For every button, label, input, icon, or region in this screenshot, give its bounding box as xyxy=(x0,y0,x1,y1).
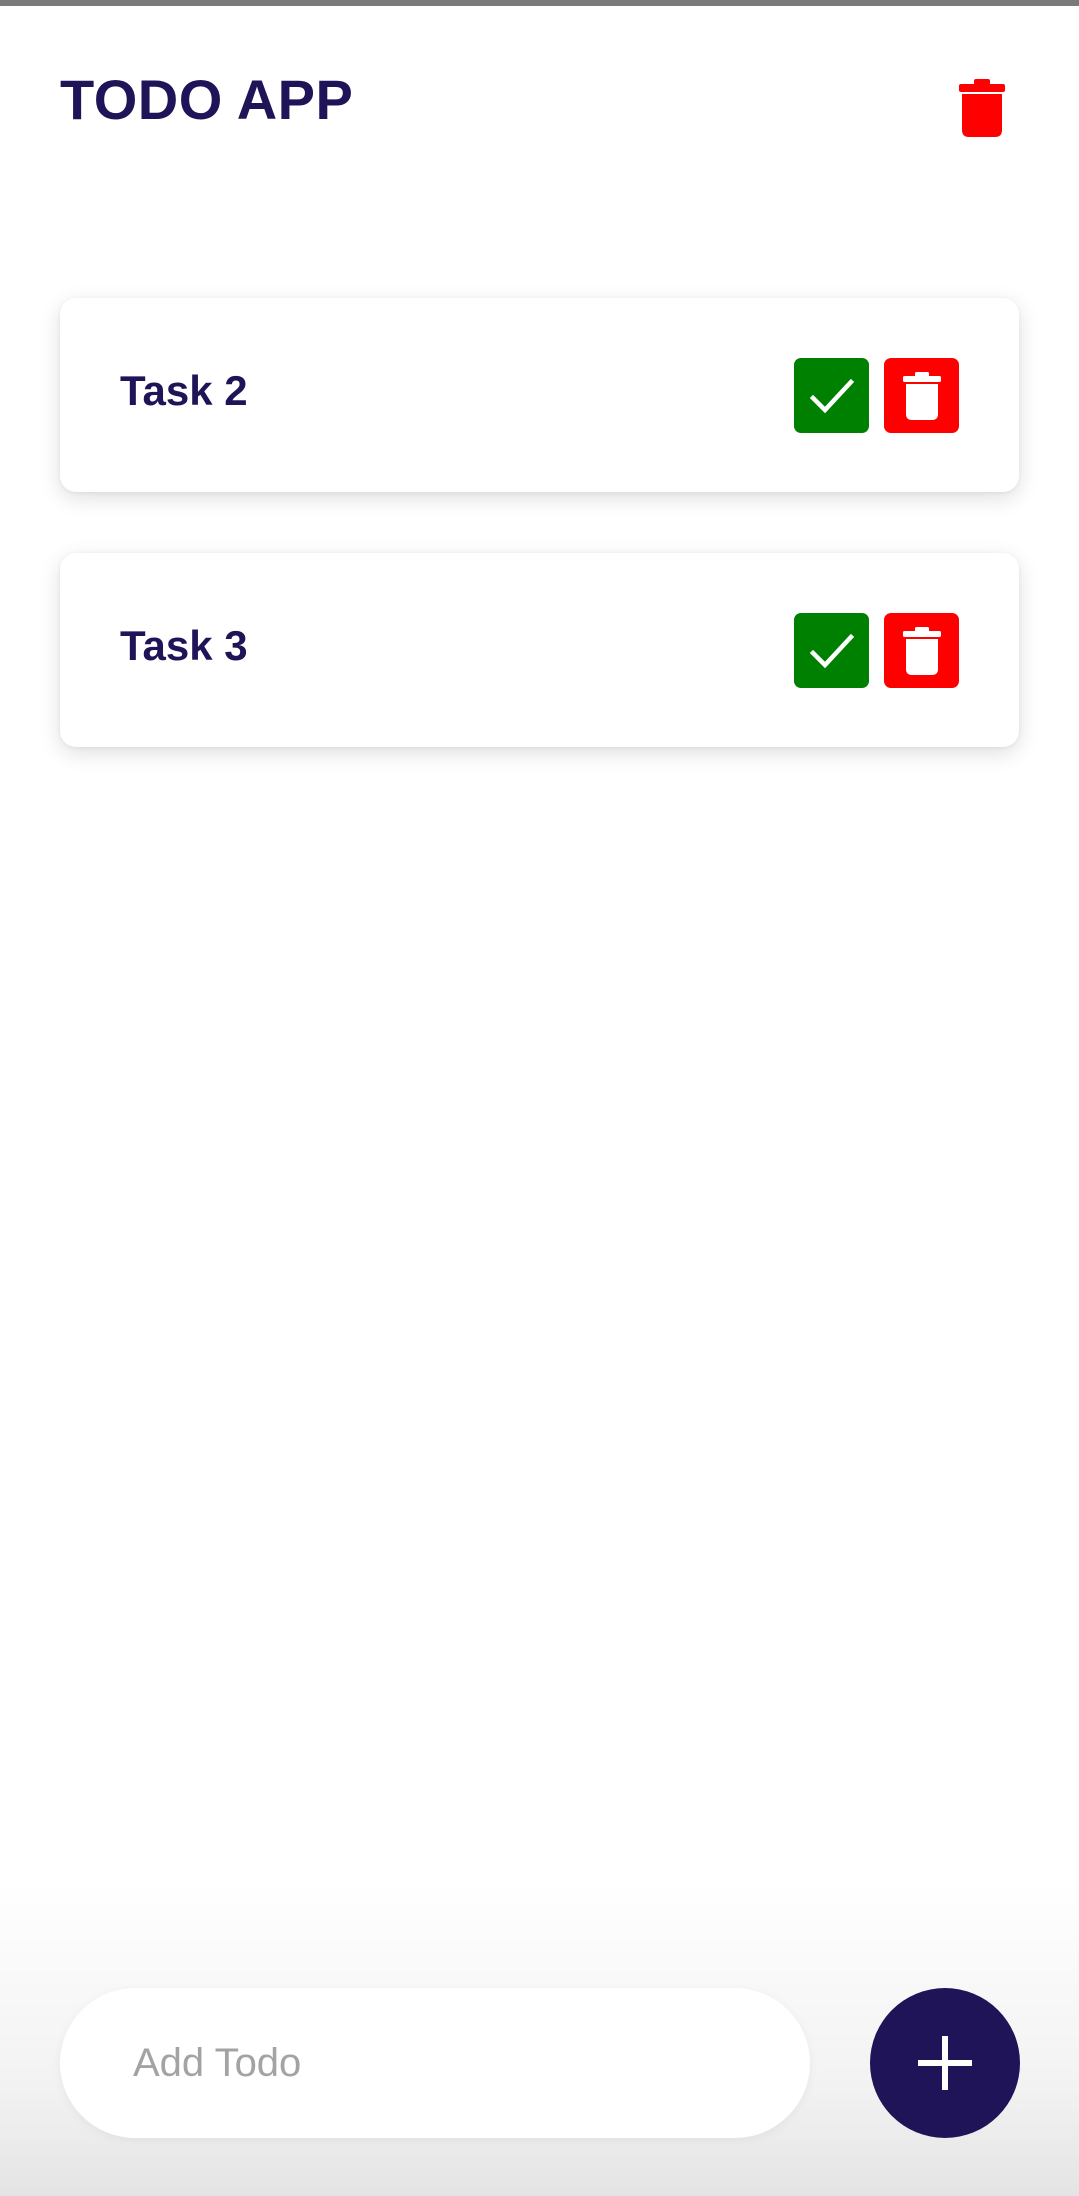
check-icon xyxy=(809,633,854,668)
complete-button[interactable] xyxy=(794,613,869,688)
todo-item: Task 3 xyxy=(60,553,1019,747)
add-todo-input[interactable] xyxy=(60,1988,810,2138)
todo-text: Task 3 xyxy=(120,622,248,669)
plus-icon xyxy=(918,2036,972,2090)
trash-icon xyxy=(902,371,941,420)
todo-item: Task 2 xyxy=(60,298,1019,492)
todo-actions xyxy=(794,358,959,433)
clear-all-button[interactable] xyxy=(952,74,1012,142)
delete-button[interactable] xyxy=(884,358,959,433)
add-todo-button[interactable] xyxy=(870,1988,1020,2138)
trash-icon xyxy=(902,626,941,675)
status-strip xyxy=(0,0,1079,6)
complete-button[interactable] xyxy=(794,358,869,433)
trash-icon xyxy=(959,79,1005,137)
check-icon xyxy=(809,378,854,413)
todo-text: Task 2 xyxy=(120,367,248,414)
todo-list: Task 2 Task 3 xyxy=(60,298,1019,808)
page-title: TODO APP xyxy=(60,68,354,131)
delete-button[interactable] xyxy=(884,613,959,688)
todo-actions xyxy=(794,613,959,688)
